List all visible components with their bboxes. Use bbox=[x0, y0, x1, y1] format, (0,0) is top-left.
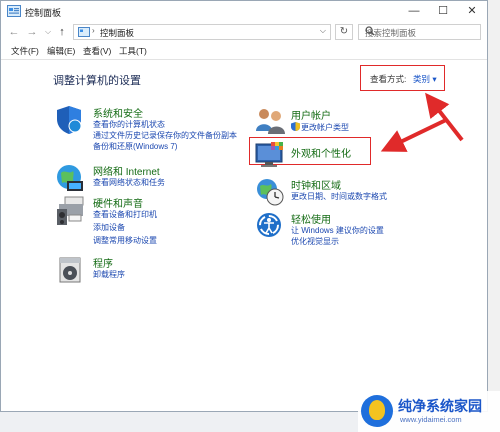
annotation-arrows bbox=[380, 92, 464, 152]
watermark-logo-icon bbox=[361, 395, 393, 427]
watermark-title: 纯净系统家园 bbox=[398, 398, 482, 414]
watermark: 纯净系统家园 www.yidaimei.com bbox=[358, 391, 500, 432]
arrow-to-appearance bbox=[380, 118, 447, 152]
arrow-to-view-by bbox=[425, 92, 464, 142]
watermark-url: www.yidaimei.com bbox=[400, 415, 462, 424]
